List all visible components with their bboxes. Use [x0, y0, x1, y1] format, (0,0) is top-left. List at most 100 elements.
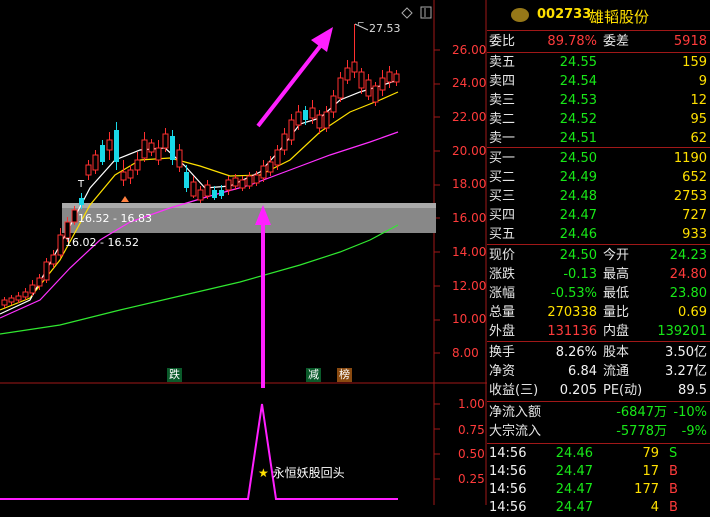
sell-level-label: 卖一 — [489, 131, 516, 146]
candle-body[interactable] — [120, 171, 127, 181]
candle-body[interactable] — [170, 136, 175, 160]
candle-body[interactable] — [36, 277, 43, 287]
candle-body[interactable] — [239, 179, 246, 189]
candle-body[interactable] — [351, 61, 358, 73]
candle-body[interactable] — [288, 119, 295, 141]
candle-body[interactable] — [176, 149, 183, 168]
tick-time: 14:56 — [489, 482, 527, 497]
candle-body[interactable] — [323, 111, 330, 129]
event-tag-bang[interactable]: 榜 — [337, 368, 352, 382]
candle-body[interactable] — [204, 184, 211, 197]
candle-body[interactable] — [134, 159, 141, 171]
candle-body[interactable] — [358, 71, 365, 89]
candle-body[interactable] — [303, 110, 308, 120]
tick-row[interactable]: 14:56 24.47 177 B — [489, 481, 709, 499]
candle-body[interactable] — [225, 179, 232, 191]
buy-price: 24.48 — [559, 189, 597, 204]
stat-row: 涨跌 -0.13 最高 24.80 — [489, 265, 709, 284]
candle-body[interactable] — [253, 174, 260, 184]
candle-body[interactable] — [281, 133, 288, 151]
candle-body[interactable] — [190, 181, 197, 197]
stat-value: 24.23 — [669, 248, 707, 263]
candle-body[interactable] — [337, 77, 344, 99]
candle-body[interactable] — [316, 114, 323, 129]
candle-body[interactable] — [260, 165, 267, 179]
candle-body[interactable] — [141, 139, 148, 159]
sell-row[interactable]: 卖三 24.53 12 — [489, 91, 709, 110]
buy-price: 24.46 — [559, 227, 597, 242]
buy-row[interactable]: 买五 24.46 933 — [489, 225, 709, 244]
sell-price: 24.54 — [559, 74, 597, 89]
candle-body[interactable] — [344, 67, 351, 81]
candle-body[interactable] — [267, 161, 274, 173]
candle-body[interactable] — [309, 107, 316, 119]
event-tag-die[interactable]: 跌 — [167, 368, 182, 382]
kline-chart-panel[interactable]: T ⌐ 26.00 24.00 22.00 20.00 18.00 16.00 … — [0, 0, 487, 505]
sell-row[interactable]: 卖二 24.52 95 — [489, 110, 709, 129]
fundamental-row: 净资 6.84 流通 3.27亿 — [489, 362, 709, 381]
sell-row[interactable]: 卖一 24.51 62 — [489, 129, 709, 148]
candle-body[interactable] — [22, 291, 29, 298]
candle-body[interactable] — [295, 111, 302, 126]
candle-body[interactable] — [15, 295, 22, 301]
candle-body[interactable] — [79, 198, 84, 205]
candle-body[interactable] — [29, 284, 36, 294]
tick-side: B — [669, 482, 678, 497]
candle-body[interactable] — [379, 77, 386, 91]
kline-chart-canvas[interactable]: T ⌐ — [0, 0, 487, 505]
candle-body[interactable] — [50, 254, 57, 265]
buy-row[interactable]: 买四 24.47 727 — [489, 206, 709, 225]
candle-body[interactable] — [184, 172, 189, 188]
sell-price: 24.52 — [559, 112, 597, 127]
signal-label: 永恒妖股回头 — [272, 466, 345, 480]
tick-row[interactable]: 14:56 24.47 4 B — [489, 499, 709, 517]
flow-pct: -9% — [681, 424, 707, 439]
candle-body[interactable] — [92, 154, 99, 171]
candle-body[interactable] — [71, 209, 78, 223]
candle-body[interactable] — [246, 175, 253, 187]
sell-price: 24.55 — [559, 55, 597, 70]
price-label-16: 16.00 — [452, 211, 487, 225]
indicator-label-075: 0.75 — [458, 423, 485, 437]
sell-row[interactable]: 卖五 24.55 159 — [489, 53, 709, 72]
candle-body[interactable] — [43, 261, 50, 281]
buy-level-label: 买二 — [489, 170, 516, 185]
stat-label: 量比 — [603, 305, 630, 320]
fundamental-value: 3.50亿 — [665, 345, 707, 360]
sell-row[interactable]: 卖四 24.54 9 — [489, 72, 709, 91]
tick-price: 24.47 — [555, 482, 593, 497]
weicha-label: 委差 — [603, 34, 630, 49]
candle-body[interactable] — [155, 147, 162, 161]
candle-body[interactable] — [219, 190, 224, 196]
candle-body[interactable] — [386, 71, 393, 83]
candle-body[interactable] — [127, 169, 134, 179]
flow-label: 大宗流入 — [489, 424, 542, 439]
buy-level-label: 买三 — [489, 189, 516, 204]
candle-body[interactable] — [365, 79, 372, 97]
candle-body[interactable] — [330, 95, 337, 113]
candle-body[interactable] — [274, 149, 281, 166]
candle-body[interactable] — [106, 139, 113, 151]
buy-row[interactable]: 买三 24.48 2753 — [489, 187, 709, 206]
candle-body[interactable] — [162, 133, 169, 149]
candle-body[interactable] — [232, 177, 239, 187]
tick-volume: 17 — [642, 464, 659, 479]
candle-body[interactable] — [1, 299, 8, 306]
buy-row[interactable]: 买一 24.50 1190 — [489, 149, 709, 168]
tick-row[interactable]: 14:56 24.47 17 B — [489, 463, 709, 481]
candle-body[interactable] — [85, 164, 92, 176]
candle-body[interactable] — [148, 142, 155, 153]
candle-body[interactable] — [57, 234, 64, 256]
candle-body[interactable] — [197, 189, 204, 201]
candle-body[interactable] — [114, 130, 119, 162]
sell-volume: 95 — [690, 112, 707, 127]
candle-body[interactable] — [100, 145, 105, 162]
candle-body[interactable] — [8, 297, 15, 303]
candle-body[interactable] — [393, 73, 400, 83]
event-tag-jian[interactable]: 减 — [306, 368, 321, 382]
buy-row[interactable]: 买二 24.49 652 — [489, 168, 709, 187]
fundamental-label: 股本 — [603, 345, 630, 360]
candle-body[interactable] — [212, 190, 217, 198]
candle-body[interactable] — [372, 85, 379, 103]
tick-row[interactable]: 14:56 24.46 79 S — [489, 445, 709, 463]
